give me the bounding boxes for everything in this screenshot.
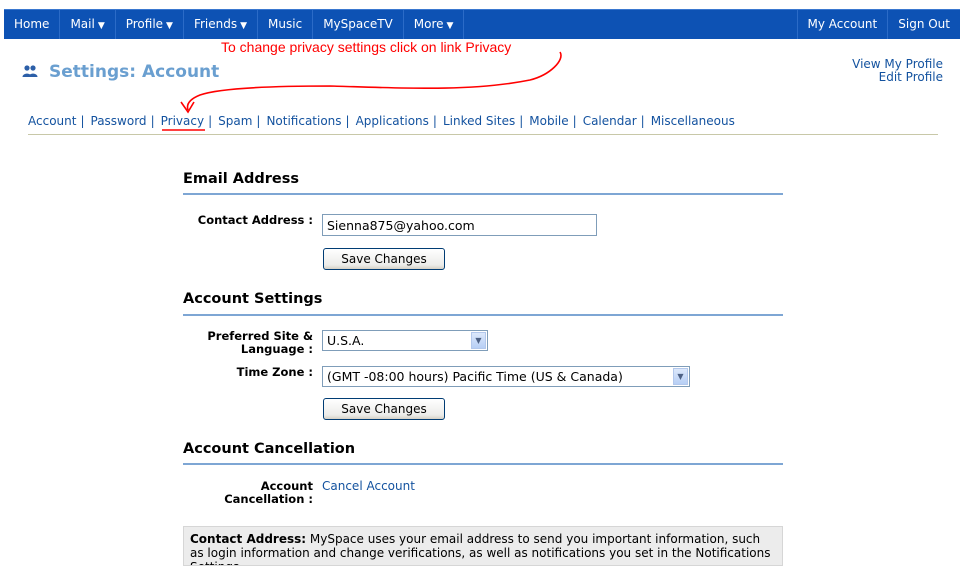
cancel-account-link[interactable]: Cancel Account bbox=[322, 479, 415, 493]
preferred-site-label: Preferred Site & Language : bbox=[207, 329, 313, 356]
tab-spam[interactable]: Spam bbox=[218, 114, 252, 128]
nav-left-group: Home Mail ▼ Profile ▼ Friends ▼ Music MySpa… bbox=[4, 10, 465, 39]
time-zone-label: Time Zone : bbox=[236, 365, 313, 379]
nav-home[interactable]: Home bbox=[4, 10, 61, 39]
save-account-settings-button[interactable]: Save Changes bbox=[323, 398, 445, 420]
edit-profile-link[interactable]: Edit Profile bbox=[852, 71, 943, 84]
nav-profile[interactable]: Profile ▼ bbox=[116, 10, 184, 39]
top-navigation-bar: Home Mail ▼ Profile ▼ Friends ▼ Music MySpa… bbox=[4, 9, 960, 39]
chevron-down-icon: ▼ bbox=[471, 332, 486, 349]
section-divider bbox=[183, 314, 783, 316]
tab-notifications[interactable]: Notifications bbox=[266, 114, 341, 128]
annotation-arrow-icon bbox=[162, 51, 562, 131]
chevron-down-icon: ▼ bbox=[97, 21, 105, 31]
users-icon bbox=[22, 65, 38, 77]
info-box: Contact Address: MySpace uses your email… bbox=[183, 526, 783, 566]
nav-mail[interactable]: Mail ▼ bbox=[60, 10, 116, 39]
tab-password[interactable]: Password bbox=[91, 114, 147, 128]
tab-account[interactable]: Account bbox=[28, 114, 76, 128]
nav-right-group: My Account Sign Out bbox=[796, 10, 960, 39]
preferred-site-select[interactable]: U.S.A. ▼ bbox=[322, 330, 488, 351]
tab-mobile[interactable]: Mobile bbox=[529, 114, 568, 128]
tab-calendar[interactable]: Calendar bbox=[583, 114, 637, 128]
page-title: Settings: Account bbox=[49, 62, 220, 82]
subnav-divider bbox=[28, 134, 938, 135]
account-cancellation-title: Account Cancellation bbox=[183, 441, 356, 457]
section-divider bbox=[183, 193, 783, 195]
time-zone-select[interactable]: (GMT -08:00 hours) Pacific Time (US & Ca… bbox=[322, 366, 690, 387]
info-bold-label: Contact Address: bbox=[190, 532, 307, 546]
nav-sign-out[interactable]: Sign Out bbox=[887, 10, 960, 39]
chevron-down-icon: ▼ bbox=[240, 21, 248, 31]
nav-more[interactable]: More ▼ bbox=[404, 10, 465, 39]
chevron-down-icon: ▼ bbox=[673, 368, 688, 385]
nav-my-account[interactable]: My Account bbox=[796, 10, 888, 39]
account-cancellation-label: Account Cancellation : bbox=[224, 479, 313, 506]
contact-address-input[interactable] bbox=[322, 214, 597, 236]
nav-music[interactable]: Music bbox=[258, 10, 314, 39]
contact-address-label: Contact Address : bbox=[197, 213, 313, 227]
tab-linked-sites[interactable]: Linked Sites bbox=[443, 114, 515, 128]
profile-links: View My Profile Edit Profile bbox=[852, 58, 943, 84]
tab-applications[interactable]: Applications bbox=[356, 114, 429, 128]
chevron-down-icon: ▼ bbox=[446, 21, 454, 31]
save-email-button[interactable]: Save Changes bbox=[323, 248, 445, 270]
nav-friends[interactable]: Friends ▼ bbox=[184, 10, 259, 39]
section-divider bbox=[183, 463, 783, 465]
nav-myspacetv[interactable]: MySpaceTV bbox=[313, 10, 404, 39]
tab-miscellaneous[interactable]: Miscellaneous bbox=[651, 114, 735, 128]
annotation-text: To change privacy settings click on link… bbox=[221, 39, 512, 55]
tab-privacy[interactable]: Privacy bbox=[161, 114, 204, 128]
settings-tabs: Account | Password | Privacy | Spam | Notificati… bbox=[28, 114, 735, 128]
chevron-down-icon: ▼ bbox=[166, 21, 173, 31]
account-settings-title: Account Settings bbox=[183, 291, 323, 307]
email-section-title: Email Address bbox=[183, 171, 300, 187]
